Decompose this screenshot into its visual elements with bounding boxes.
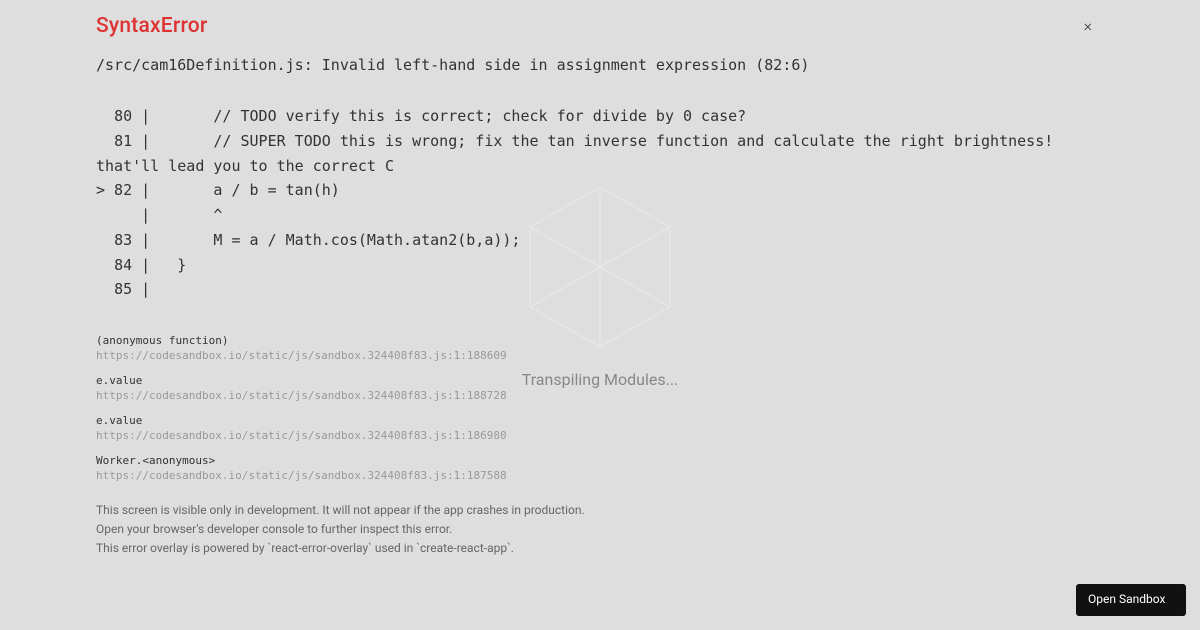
stack-frame: (anonymous function) https://codesandbox… bbox=[96, 334, 1104, 362]
error-location: /src/cam16Definition.js: Invalid left-ha… bbox=[96, 56, 1104, 74]
stack-frame: e.value https://codesandbox.io/static/js… bbox=[96, 374, 1104, 402]
error-title: SyntaxError bbox=[96, 14, 1104, 38]
stack-url: https://codesandbox.io/static/js/sandbox… bbox=[96, 389, 1104, 402]
footer-notes: This screen is visible only in developme… bbox=[96, 502, 1104, 556]
stack-url: https://codesandbox.io/static/js/sandbox… bbox=[96, 349, 1104, 362]
stack-func-name: e.value bbox=[96, 374, 1104, 387]
stack-func-name: (anonymous function) bbox=[96, 334, 1104, 347]
stack-frame: e.value https://codesandbox.io/static/js… bbox=[96, 414, 1104, 442]
footer-note-2: Open your browser's developer console to… bbox=[96, 521, 1104, 538]
stack-func-name: e.value bbox=[96, 414, 1104, 427]
code-snippet: 80 | // TODO verify this is correct; che… bbox=[96, 104, 1104, 302]
close-button[interactable]: × bbox=[1084, 18, 1092, 34]
stack-url: https://codesandbox.io/static/js/sandbox… bbox=[96, 469, 1104, 482]
stack-url: https://codesandbox.io/static/js/sandbox… bbox=[96, 429, 1104, 442]
stack-func-name: Worker.<anonymous> bbox=[96, 454, 1104, 467]
open-sandbox-button[interactable]: Open Sandbox bbox=[1076, 584, 1186, 616]
footer-note-1: This screen is visible only in developme… bbox=[96, 502, 1104, 519]
stack-trace: (anonymous function) https://codesandbox… bbox=[96, 334, 1104, 482]
stack-frame: Worker.<anonymous> https://codesandbox.i… bbox=[96, 454, 1104, 482]
error-overlay: × SyntaxError /src/cam16Definition.js: I… bbox=[0, 0, 1200, 630]
footer-note-3: This error overlay is powered by `react-… bbox=[96, 540, 1104, 557]
